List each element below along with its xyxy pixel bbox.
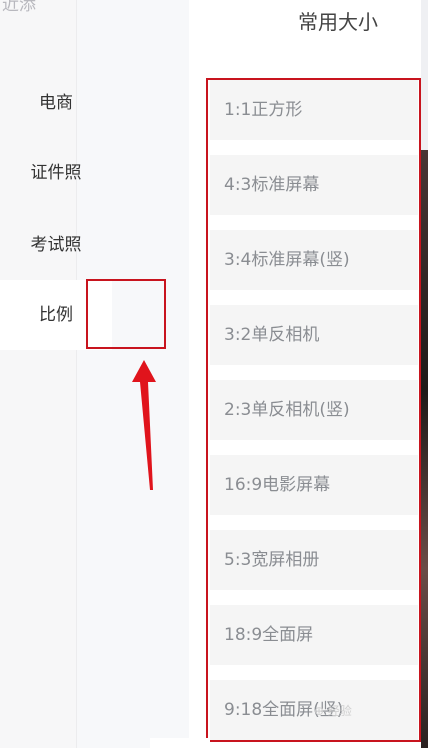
option-5-3-widescreen-album[interactable]: 5:3宽屏相册 [210, 530, 418, 590]
option-2-3-dslr-vertical[interactable]: 2:3单反相机(竖) [210, 380, 418, 440]
nav-item-ratio[interactable]: 比例 [0, 280, 112, 350]
bottom-fill [150, 738, 210, 748]
left-panel-label[interactable]: 近添 [2, 0, 36, 15]
panel-title: 常用大小 [298, 10, 378, 34]
background-photo [421, 150, 428, 748]
nav-item-exam-photo[interactable]: 考试照 [0, 232, 112, 262]
option-3-2-dslr[interactable]: 3:2单反相机 [210, 305, 418, 365]
red-arrow-annotation [132, 360, 156, 490]
watermark: ⊕ 经验 [314, 704, 352, 718]
option-4-3-standard[interactable]: 4:3标准屏幕 [210, 155, 418, 215]
option-18-9-fullscreen[interactable]: 18:9全面屏 [210, 605, 418, 665]
option-16-9-movie[interactable]: 16:9电影屏幕 [210, 455, 418, 515]
nav-item-id-photo[interactable]: 证件照 [0, 160, 112, 190]
option-1-1-square[interactable]: 1:1正方形 [210, 80, 418, 140]
option-3-4-standard-vertical[interactable]: 3:4标准屏幕(竖) [210, 230, 418, 290]
nav-item-ecommerce[interactable]: 电商 [0, 90, 112, 120]
